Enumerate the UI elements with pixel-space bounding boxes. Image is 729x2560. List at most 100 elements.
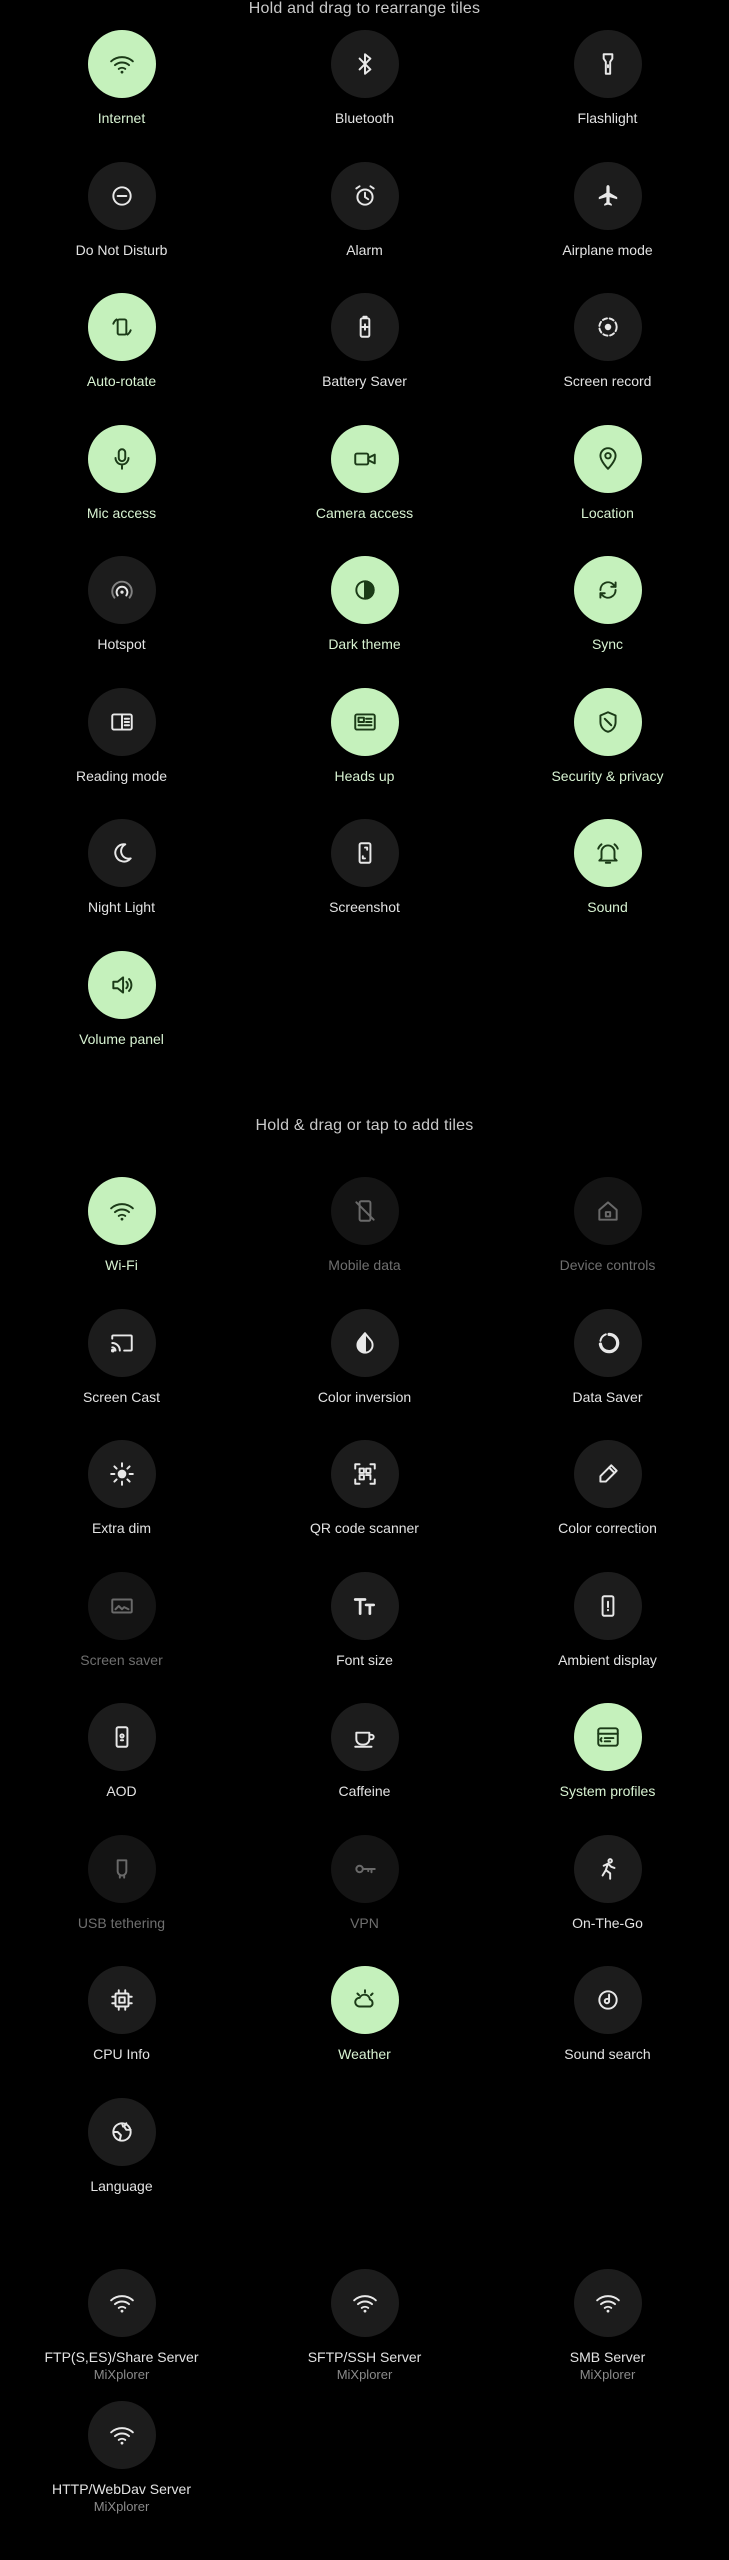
tile-mobile-data[interactable]: Mobile data: [243, 1177, 486, 1274]
tile-button[interactable]: [330, 293, 399, 361]
tile-button[interactable]: [87, 161, 156, 230]
tile-button[interactable]: [573, 556, 642, 624]
tile-button[interactable]: [87, 819, 156, 887]
tile-mic-access[interactable]: Mic access: [0, 424, 243, 522]
tile-color-correction[interactable]: Color correction: [486, 1440, 729, 1537]
tile-airplane-mode[interactable]: Airplane mode: [486, 161, 729, 259]
tile-caffeine[interactable]: Caffeine: [243, 1703, 486, 1800]
tile-ftp-s-es-share-server[interactable]: FTP(S,ES)/Share Server MiXplorer: [0, 2269, 243, 2383]
tile-button[interactable]: [330, 1703, 399, 1771]
tile-button[interactable]: [330, 1834, 399, 1903]
tile-button[interactable]: [87, 556, 156, 624]
tile-weather[interactable]: Weather: [243, 1966, 486, 2063]
tile-button[interactable]: [87, 1308, 156, 1377]
tile-button[interactable]: [87, 687, 156, 756]
tile-button[interactable]: [573, 1703, 642, 1771]
tile-button[interactable]: [573, 687, 642, 756]
tile-sound-search[interactable]: Sound search: [486, 1966, 729, 2063]
tile-system-profiles[interactable]: System profiles: [486, 1703, 729, 1800]
tile-button[interactable]: [330, 819, 399, 887]
tile-ambient-display[interactable]: Ambient display: [486, 1571, 729, 1669]
tile-label: Flashlight: [577, 110, 638, 126]
tile-camera-access[interactable]: Camera access: [243, 424, 486, 522]
tile-button[interactable]: [330, 161, 399, 230]
tile-qr-code-scanner[interactable]: QR code scanner: [243, 1440, 486, 1537]
tile-color-inversion[interactable]: Color inversion: [243, 1308, 486, 1406]
tile-sync[interactable]: Sync: [486, 556, 729, 653]
tile-button[interactable]: [573, 161, 642, 230]
tile-button[interactable]: [573, 1966, 642, 2034]
tile-button[interactable]: [87, 1966, 156, 2034]
tile-data-saver[interactable]: Data Saver: [486, 1308, 729, 1406]
tile-vpn[interactable]: VPN: [243, 1834, 486, 1932]
tile-sftp-ssh-server[interactable]: SFTP/SSH Server MiXplorer: [243, 2269, 486, 2383]
tile-alarm[interactable]: Alarm: [243, 161, 486, 259]
tile-screen-saver[interactable]: Screen saver: [0, 1571, 243, 1669]
tile-internet[interactable]: Internet: [0, 30, 243, 127]
tile-button[interactable]: [573, 1834, 642, 1903]
tile-button[interactable]: [87, 950, 156, 1019]
tile-button[interactable]: [330, 1571, 399, 1640]
tile-language[interactable]: Language: [0, 2097, 243, 2195]
tile-button[interactable]: [87, 1834, 156, 1903]
tile-button[interactable]: [573, 30, 642, 98]
tile-on-the-go[interactable]: On-The-Go: [486, 1834, 729, 1932]
tile-location[interactable]: Location: [486, 424, 729, 522]
tile-bluetooth[interactable]: Bluetooth: [243, 30, 486, 127]
tile-button[interactable]: [330, 1440, 399, 1508]
tile-button[interactable]: [573, 1177, 642, 1245]
tile-night-light[interactable]: Night Light: [0, 819, 243, 916]
tile-button[interactable]: [330, 687, 399, 756]
tile-auto-rotate[interactable]: Auto-rotate: [0, 293, 243, 390]
tile-screen-record[interactable]: Screen record: [486, 293, 729, 390]
tile-flashlight[interactable]: Flashlight: [486, 30, 729, 127]
tile-do-not-disturb[interactable]: Do Not Disturb: [0, 161, 243, 259]
tile-button[interactable]: [87, 30, 156, 98]
tile-button[interactable]: [573, 1308, 642, 1377]
tile-button[interactable]: [573, 1571, 642, 1640]
tile-button[interactable]: [87, 1703, 156, 1771]
tile-button[interactable]: [330, 556, 399, 624]
tile-aod[interactable]: AOD: [0, 1703, 243, 1800]
tile-button[interactable]: [573, 1440, 642, 1508]
tile-security-privacy[interactable]: Security & privacy: [486, 687, 729, 785]
tile-button[interactable]: [87, 1177, 156, 1245]
tile-battery-saver[interactable]: Battery Saver: [243, 293, 486, 390]
tile-button[interactable]: [330, 1966, 399, 2034]
tile-button[interactable]: [573, 424, 642, 493]
tile-label: Auto-rotate: [86, 373, 157, 389]
tile-screenshot[interactable]: Screenshot: [243, 819, 486, 916]
tile-button[interactable]: [573, 293, 642, 361]
tile-button[interactable]: [87, 2269, 156, 2337]
tile-extra-dim[interactable]: Extra dim: [0, 1440, 243, 1537]
tile-dark-theme[interactable]: Dark theme: [243, 556, 486, 653]
tile-button[interactable]: [330, 424, 399, 493]
tile-usb-tethering[interactable]: USB tethering: [0, 1834, 243, 1932]
tile-button[interactable]: [87, 2097, 156, 2166]
tile-button[interactable]: [330, 1308, 399, 1377]
tile-button[interactable]: [573, 2269, 642, 2337]
tile-heads-up[interactable]: Heads up: [243, 687, 486, 785]
tile-button[interactable]: [87, 1440, 156, 1508]
tile-button[interactable]: [573, 819, 642, 887]
tile-wi-fi[interactable]: Wi-Fi: [0, 1177, 243, 1274]
tile-font-size[interactable]: Font size: [243, 1571, 486, 1669]
tile-sound[interactable]: Sound: [486, 819, 729, 916]
tile-smb-server[interactable]: SMB Server MiXplorer: [486, 2269, 729, 2383]
tile-button[interactable]: [87, 293, 156, 361]
tile-label: Language: [90, 2177, 153, 2194]
tile-button[interactable]: [87, 2400, 156, 2469]
tile-button[interactable]: [87, 424, 156, 493]
tile-button[interactable]: [330, 2269, 399, 2337]
tile-volume-panel[interactable]: Volume panel: [0, 950, 243, 1048]
tile-cpu-info[interactable]: CPU Info: [0, 1966, 243, 2063]
tile-hotspot[interactable]: Hotspot: [0, 556, 243, 653]
tile-device-controls[interactable]: Device controls: [486, 1177, 729, 1274]
tile-button[interactable]: [330, 1177, 399, 1245]
system-profiles-icon: [595, 1724, 621, 1750]
tile-http-webdav-server[interactable]: HTTP/WebDav Server MiXplorer: [0, 2400, 243, 2515]
tile-button[interactable]: [87, 1571, 156, 1640]
tile-screen-cast[interactable]: Screen Cast: [0, 1308, 243, 1406]
tile-button[interactable]: [330, 30, 399, 98]
tile-reading-mode[interactable]: Reading mode: [0, 687, 243, 785]
